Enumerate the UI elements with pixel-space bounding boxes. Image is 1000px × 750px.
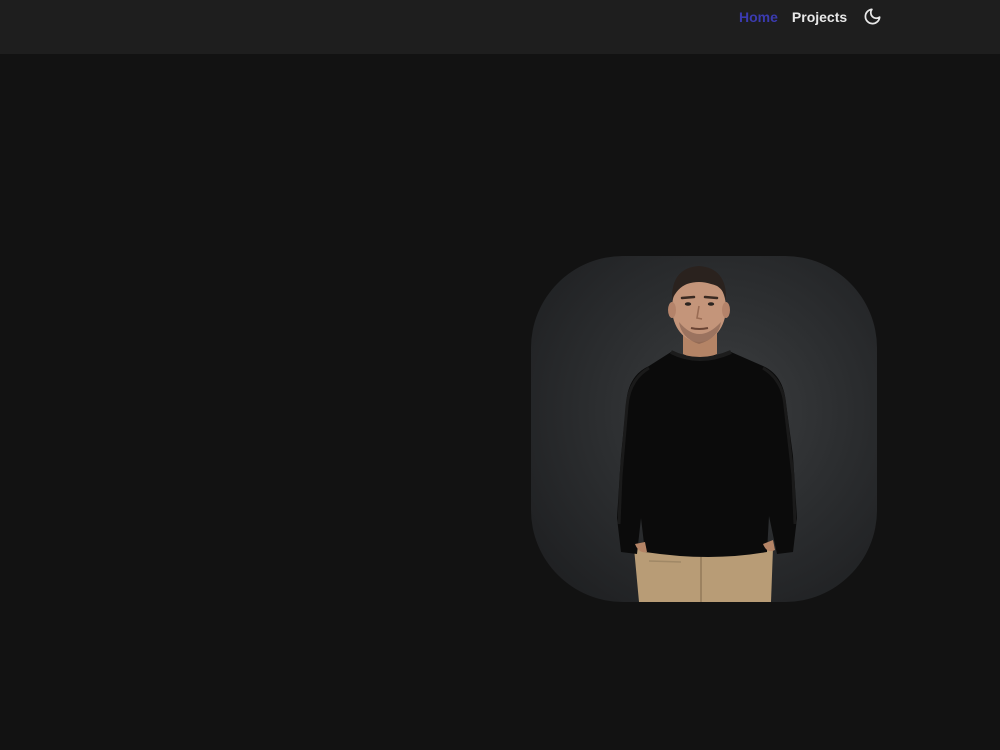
portrait-sweater	[617, 352, 797, 557]
nav-links: Home Projects	[739, 8, 882, 26]
nav-projects-link[interactable]: Projects	[792, 8, 847, 26]
profile-portrait	[531, 256, 877, 602]
nav-home-link[interactable]: Home	[739, 8, 778, 26]
portrait-photo	[617, 266, 797, 602]
navbar: Home Projects	[0, 0, 1000, 54]
moon-icon	[864, 8, 881, 25]
theme-toggle-button[interactable]	[862, 7, 882, 27]
